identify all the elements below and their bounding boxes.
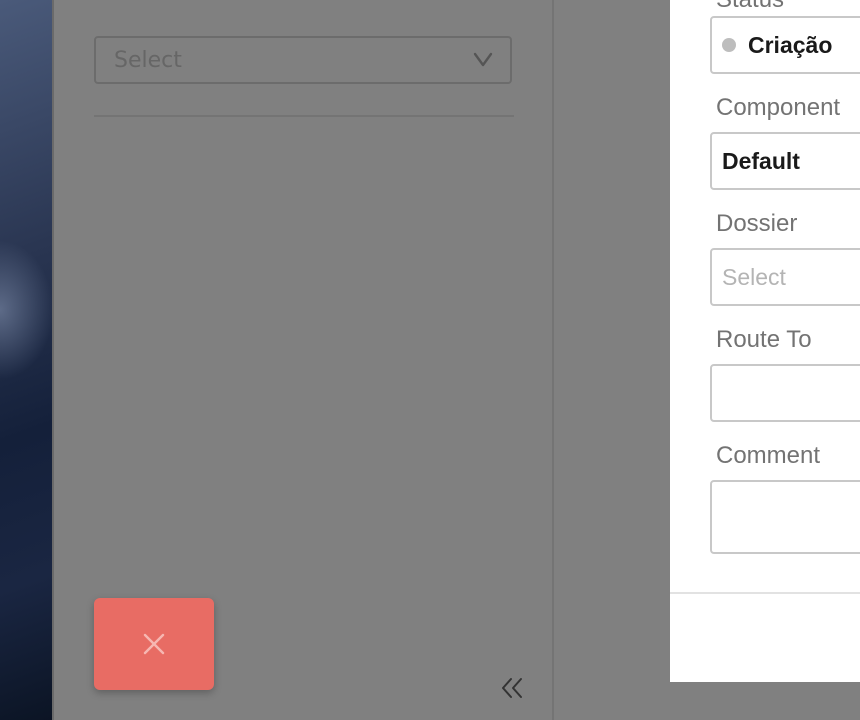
left-pane: Select xyxy=(54,0,554,720)
filter-select-placeholder: Select xyxy=(114,47,182,73)
comment-field[interactable] xyxy=(710,480,860,554)
status-field[interactable]: Criação xyxy=(710,16,860,74)
dialog-footer-divider xyxy=(670,592,860,594)
routing-dialog: Status Criação Component Default Dossier… xyxy=(670,0,860,682)
component-value: Default xyxy=(722,147,800,174)
close-button[interactable] xyxy=(94,598,214,690)
filter-select[interactable]: Select xyxy=(94,36,512,84)
dossier-field[interactable]: Select xyxy=(710,248,860,306)
status-label: Status xyxy=(716,0,784,14)
component-field[interactable]: Default xyxy=(710,132,860,190)
chevron-down-icon xyxy=(473,52,493,67)
dossier-placeholder: Select xyxy=(722,263,786,290)
desktop-wallpaper xyxy=(0,0,54,720)
double-chevron-left-icon[interactable] xyxy=(498,674,526,702)
divider xyxy=(94,115,514,117)
dossier-label: Dossier xyxy=(716,210,798,237)
status-dot-icon xyxy=(722,38,736,52)
component-label: Component xyxy=(716,94,841,121)
status-value: Criação xyxy=(748,31,833,58)
comment-label: Comment xyxy=(716,442,821,469)
route-to-label: Route To xyxy=(716,326,812,353)
route-to-field[interactable] xyxy=(710,364,860,422)
close-icon xyxy=(143,633,165,655)
